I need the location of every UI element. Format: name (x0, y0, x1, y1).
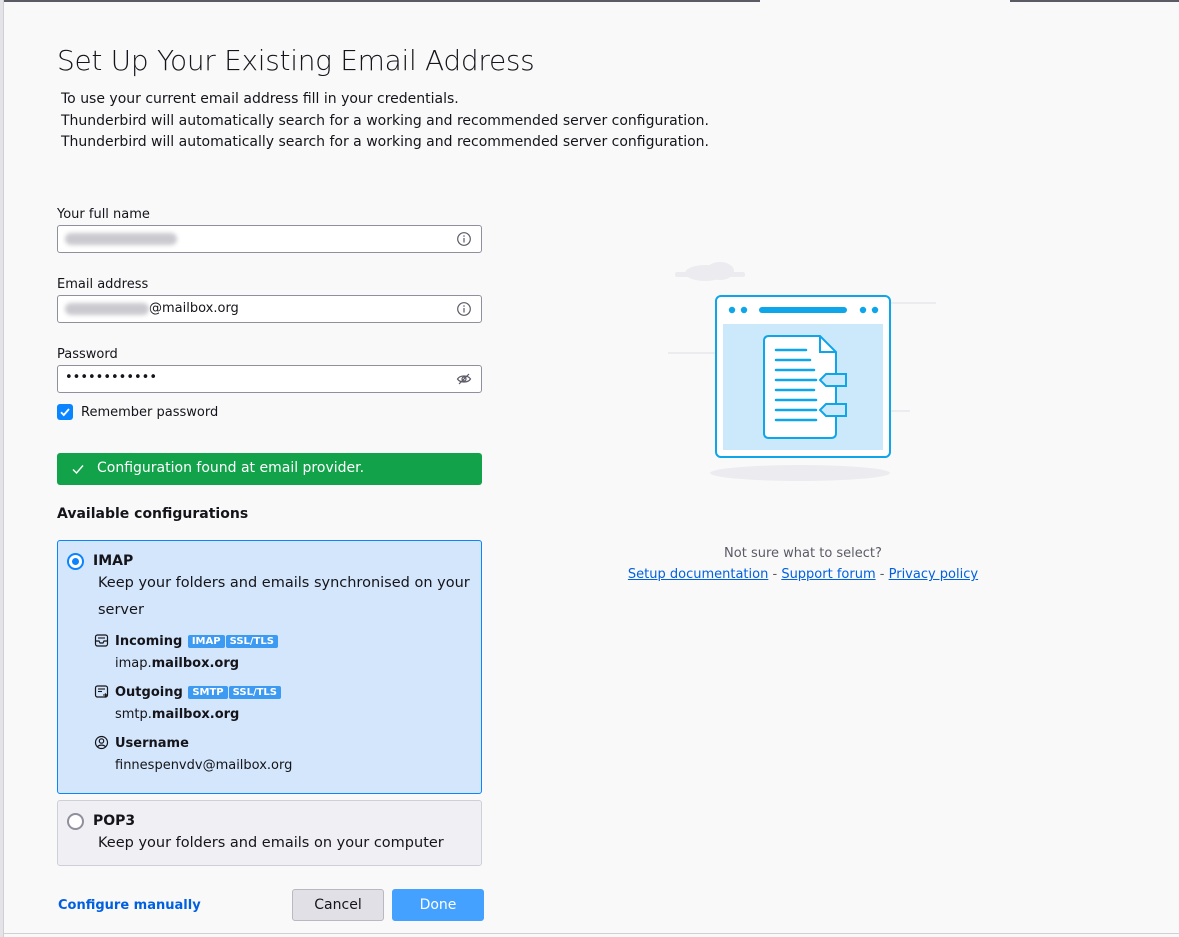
config-found-text: Configuration found at email provider. (97, 460, 365, 476)
available-configurations-heading: Available configurations (57, 506, 249, 522)
password-label: Password (57, 347, 118, 362)
privacy-policy-link[interactable]: Privacy policy (889, 567, 978, 582)
email-domain: @mailbox.org (149, 301, 239, 316)
incoming-host-domain: mailbox.org (151, 656, 240, 671)
imap-radio[interactable] (67, 553, 84, 570)
incoming-host: imap.mailbox.org (115, 656, 239, 671)
cancel-button[interactable]: Cancel (292, 889, 384, 921)
outgoing-protocol-badge: SMTP (188, 686, 228, 699)
incoming-protocol-badge: IMAP (187, 635, 225, 648)
intro-text: To use your current email address fill i… (61, 89, 709, 154)
help-question: Not sure what to select? (724, 546, 882, 561)
configure-manually-link[interactable]: Configure manually (58, 898, 201, 913)
outgoing-host-domain: mailbox.org (151, 707, 240, 722)
outgoing-host-prefix: smtp. (115, 707, 152, 722)
outbox-icon (94, 685, 109, 698)
window-edge (0, 0, 4, 937)
incoming-security-badge: SSL/TLS (225, 635, 278, 648)
help-links: Setup documentation - Support forum - Pr… (600, 567, 1006, 582)
incoming-label-text: Incoming (115, 634, 183, 649)
page-title: Set Up Your Existing Email Address (57, 44, 535, 77)
done-button[interactable]: Done (392, 889, 484, 921)
email-value: @mailbox.org (65, 301, 239, 316)
help-separator: - (879, 567, 885, 582)
imap-description-line-2: server (98, 602, 144, 618)
outgoing-label: Outgoing SMTP SSL/TLS (115, 685, 281, 700)
info-icon[interactable] (456, 231, 472, 247)
tab-strip-line-right (1010, 0, 1179, 2)
imap-title: IMAP (93, 553, 134, 569)
incoming-host-prefix: imap. (115, 656, 152, 671)
full-name-input[interactable] (57, 225, 482, 253)
pop3-radio[interactable] (67, 813, 84, 830)
full-name-value (65, 231, 177, 246)
outgoing-security-badge: SSL/TLS (228, 686, 281, 699)
password-input[interactable]: •••••••••••• (57, 365, 482, 393)
pop3-description: Keep your folders and emails on your com… (98, 835, 444, 851)
intro-line-1: To use your current email address fill i… (61, 91, 459, 107)
remember-password-label[interactable]: Remember password (81, 405, 218, 420)
info-icon[interactable] (456, 301, 472, 317)
check-icon (60, 408, 70, 417)
remember-password-checkbox[interactable] (57, 404, 73, 420)
email-label: Email address (57, 277, 149, 292)
check-icon (72, 465, 84, 475)
imap-description: Keep your folders and emails synchronise… (98, 570, 470, 624)
eye-slash-icon[interactable] (456, 371, 472, 387)
password-value: •••••••••••• (65, 370, 158, 385)
full-name-label: Your full name (57, 207, 150, 222)
user-circle-icon (94, 735, 109, 750)
server-config-illustration (668, 262, 936, 481)
imap-option[interactable]: IMAP Keep your folders and emails synchr… (57, 540, 482, 794)
tab-strip-line (4, 0, 760, 2)
pop3-option[interactable]: POP3 Keep your folders and emails on you… (57, 800, 482, 866)
help-separator: - (772, 567, 778, 582)
imap-description-line-1: Keep your folders and emails synchronise… (98, 575, 470, 591)
help-section: Not sure what to select? Setup documenta… (600, 546, 1006, 582)
support-forum-link[interactable]: Support forum (781, 567, 875, 582)
pop3-title: POP3 (93, 813, 136, 829)
config-found-notice: Configuration found at email provider. (57, 453, 482, 485)
intro-line-3: Thunderbird will automatically search fo… (61, 134, 709, 150)
footer-divider (4, 933, 1179, 934)
username-label: Username (115, 736, 189, 751)
intro-line-2: Thunderbird will automatically search fo… (61, 112, 709, 129)
setup-documentation-link[interactable]: Setup documentation (628, 567, 768, 582)
outgoing-host: smtp.mailbox.org (115, 707, 239, 722)
email-input[interactable]: @mailbox.org (57, 295, 482, 323)
cloud-decoration (675, 262, 745, 281)
username-value: finnespenvdv@mailbox.org (115, 758, 293, 773)
incoming-label: Incoming IMAP SSL/TLS (115, 634, 278, 649)
inbox-icon (94, 634, 109, 647)
outgoing-label-text: Outgoing (115, 685, 183, 700)
